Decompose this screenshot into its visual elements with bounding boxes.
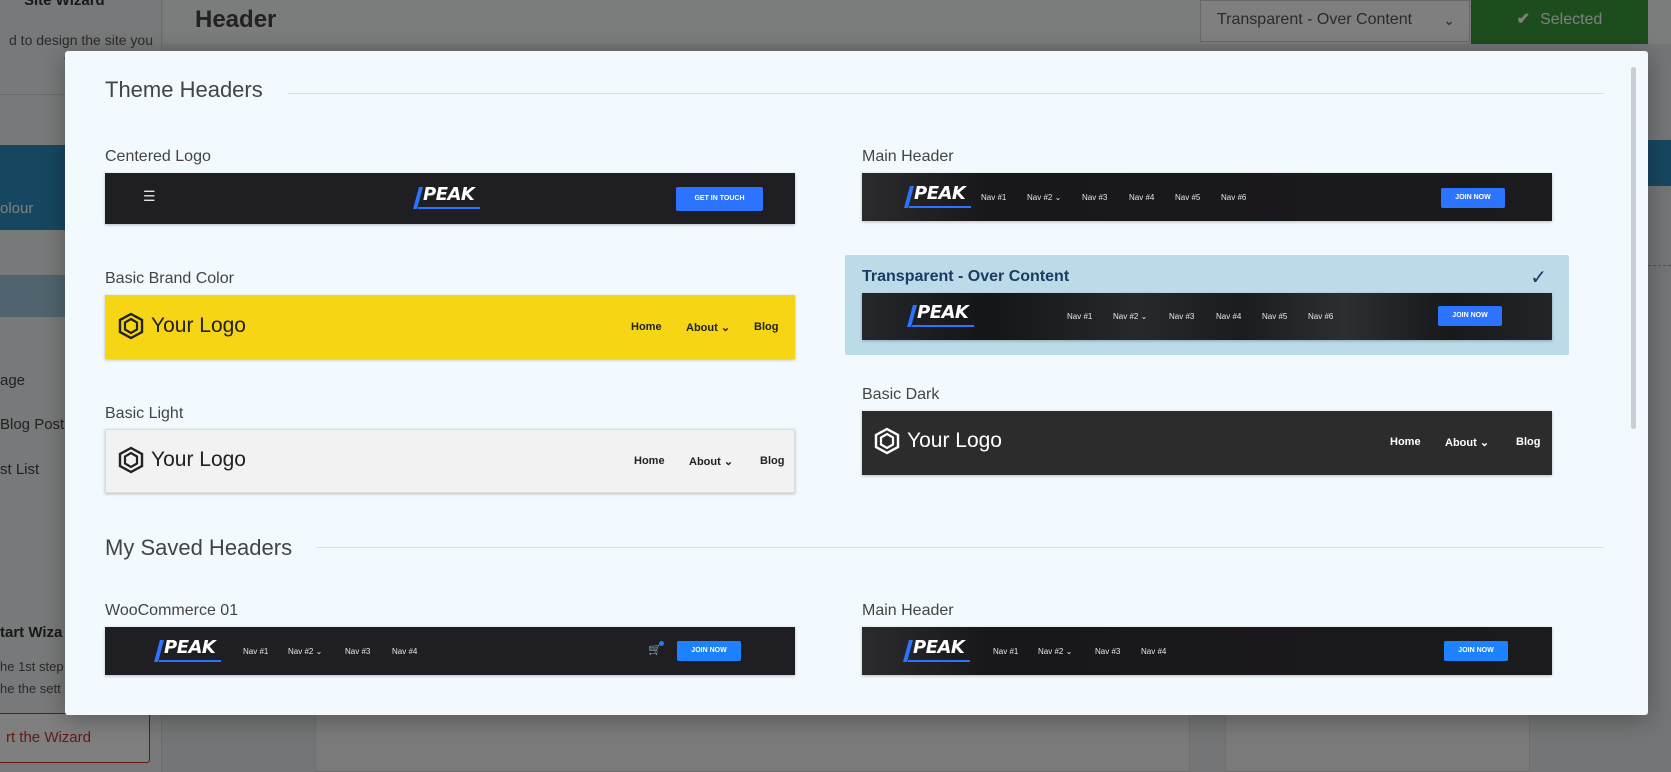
peak-logo: PEAK — [164, 637, 216, 658]
join-now-button: JOIN NOW — [1444, 641, 1508, 661]
card-label-transparent: Transparent - Over Content — [862, 268, 1070, 285]
modal-scrollbar[interactable] — [1631, 67, 1636, 429]
card-label-saved-main-header: Main Header — [862, 602, 954, 619]
nav-item: Nav #3 — [1095, 647, 1121, 656]
join-now-button: JOIN NOW — [677, 641, 741, 661]
nav-item-about: About ⌄ — [689, 456, 734, 468]
nav-item: Nav #1 — [1067, 312, 1093, 321]
peak-logo-underline — [909, 206, 971, 208]
peak-logo-mark — [154, 640, 164, 662]
header-card-main-header[interactable]: PEAK Nav #1 Nav #2 ⌄ Nav #3 Nav #4 Nav #… — [862, 173, 1552, 221]
nav-item: Nav #2 ⌄ — [1027, 193, 1062, 202]
header-card-basic-brand-color[interactable]: Your Logo Home About ⌄ Blog — [105, 295, 795, 359]
nav-item-home: Home — [634, 455, 665, 467]
nav-item: Nav #6 — [1308, 312, 1334, 321]
nav-item: Nav #6 — [1221, 193, 1247, 202]
nav-item: Nav #3 — [1082, 193, 1108, 202]
get-in-touch-button: GET IN TOUCH — [676, 187, 763, 211]
peak-logo-mark — [907, 305, 917, 327]
nav-item-about: About ⌄ — [1445, 437, 1490, 449]
nav-item-home: Home — [631, 321, 662, 333]
peak-logo-underline — [908, 660, 970, 662]
nav-item-blog: Blog — [760, 455, 785, 467]
saved-headers-title: My Saved Headers — [105, 535, 293, 560]
nav-item: Nav #3 — [1169, 312, 1195, 321]
header-card-transparent[interactable]: PEAK Nav #1 Nav #2 ⌄ Nav #3 Nav #4 Nav #… — [862, 293, 1552, 340]
peak-logo-mark — [904, 186, 914, 208]
header-picker-modal: Theme Headers Centered Logo ☰ PEAK GET I… — [65, 51, 1648, 715]
peak-logo: PEAK — [914, 183, 966, 204]
nav-item: Nav #5 — [1175, 193, 1201, 202]
nav-item: Nav #2 ⌄ — [1113, 312, 1148, 321]
nav-item: Nav #2 ⌄ — [288, 647, 323, 656]
chevron-down-icon: ⌄ — [1065, 647, 1073, 656]
nav-item: Nav #4 — [1141, 647, 1167, 656]
cart-badge — [659, 641, 664, 646]
nav-item: Nav #5 — [1262, 312, 1288, 321]
card-label-basic-light: Basic Light — [105, 405, 184, 422]
section-divider — [316, 547, 1604, 548]
chevron-down-icon: ⌄ — [723, 456, 734, 468]
card-label-centered-logo: Centered Logo — [105, 148, 211, 165]
chevron-down-icon: ⌄ — [1140, 312, 1148, 321]
nav-item-home: Home — [1390, 436, 1421, 448]
nav-item: Nav #2 ⌄ — [1038, 647, 1073, 656]
header-card-transparent-selected[interactable]: Transparent - Over Content ✓ PEAK Nav #1… — [845, 255, 1569, 355]
hexagon-logo-icon — [118, 446, 144, 474]
chevron-down-icon: ⌄ — [1054, 193, 1062, 202]
peak-logo-underline — [159, 660, 221, 662]
peak-logo: PEAK — [913, 637, 965, 658]
your-logo: Your Logo — [873, 427, 1002, 455]
section-divider — [288, 93, 1604, 94]
hexagon-logo-icon — [118, 312, 144, 340]
chevron-down-icon: ⌄ — [315, 647, 323, 656]
join-now-button: JOIN NOW — [1441, 188, 1505, 208]
peak-logo-underline — [418, 207, 480, 209]
your-logo: Your Logo — [117, 446, 246, 474]
hexagon-logo-icon — [874, 427, 900, 455]
peak-logo: PEAK — [917, 302, 969, 323]
peak-logo-mark — [903, 640, 913, 662]
nav-item: Nav #4 — [392, 647, 418, 656]
join-now-button: JOIN NOW — [1438, 306, 1502, 326]
nav-item: Nav #1 — [981, 193, 1007, 202]
nav-item: Nav #3 — [345, 647, 371, 656]
chevron-down-icon: ⌄ — [720, 322, 731, 334]
header-card-woocommerce[interactable]: PEAK Nav #1 Nav #2 ⌄ Nav #3 Nav #4 🛒 JOI… — [105, 627, 795, 675]
card-label-basic-dark: Basic Dark — [862, 386, 940, 403]
chevron-down-icon: ⌄ — [1479, 437, 1490, 449]
nav-item-about: About ⌄ — [686, 322, 731, 334]
theme-headers-title: Theme Headers — [105, 77, 263, 102]
nav-item: Nav #1 — [993, 647, 1019, 656]
nav-item-blog: Blog — [754, 321, 779, 333]
nav-item: Nav #4 — [1216, 312, 1242, 321]
header-card-centered-logo[interactable]: ☰ PEAK GET IN TOUCH — [105, 173, 795, 224]
peak-logo-mark — [413, 187, 423, 209]
peak-logo-underline — [912, 325, 974, 327]
nav-item: Nav #4 — [1129, 193, 1155, 202]
your-logo: Your Logo — [117, 312, 246, 340]
hamburger-icon: ☰ — [143, 188, 156, 204]
peak-logo: PEAK — [423, 184, 475, 205]
header-card-basic-dark[interactable]: Your Logo Home About ⌄ Blog — [862, 411, 1552, 475]
nav-item-blog: Blog — [1516, 436, 1541, 448]
card-label-basic-brand-color: Basic Brand Color — [105, 270, 234, 287]
card-label-woocommerce: WooCommerce 01 — [105, 602, 239, 619]
check-icon: ✓ — [1530, 267, 1547, 289]
header-card-basic-light[interactable]: Your Logo Home About ⌄ Blog — [105, 429, 795, 493]
card-label-main-header: Main Header — [862, 148, 954, 165]
nav-item: Nav #1 — [243, 647, 269, 656]
header-card-saved-main-header[interactable]: PEAK Nav #1 Nav #2 ⌄ Nav #3 Nav #4 JOIN … — [862, 627, 1552, 675]
